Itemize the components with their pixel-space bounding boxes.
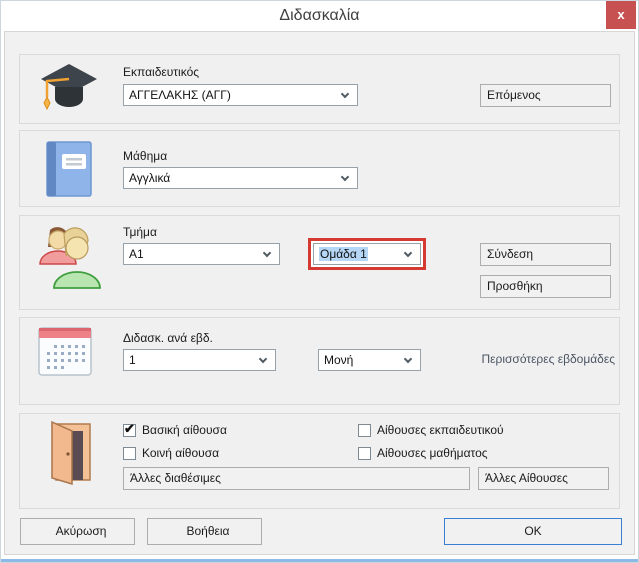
chevron-down-icon bbox=[341, 173, 349, 181]
add-button[interactable]: Προσθήκη bbox=[480, 275, 611, 298]
book-icon bbox=[46, 140, 92, 203]
calendar-icon bbox=[38, 327, 92, 382]
ok-button[interactable]: OK bbox=[444, 518, 622, 545]
checkbox-subject-rooms[interactable]: Αίθουσες μαθήματος bbox=[358, 446, 488, 460]
subject-label: Μάθημα bbox=[123, 149, 167, 163]
teaching-dialog-window: Διδασκαλία x Εκπαιδευτικός ΑΓΓΕΛΑΚΗΣ (ΑΓ… bbox=[0, 0, 639, 563]
check-icon: ✔ bbox=[124, 422, 135, 435]
checkbox-box bbox=[358, 447, 371, 460]
checkbox-subject-rooms-label: Αίθουσες μαθήματος bbox=[377, 446, 488, 460]
group-combobox-value: Ομάδα 1 bbox=[319, 247, 368, 261]
cancel-button[interactable]: Ακύρωση bbox=[20, 518, 135, 545]
class-label: Τμήμα bbox=[123, 225, 157, 239]
checkbox-box bbox=[358, 424, 371, 437]
students-icon bbox=[36, 222, 102, 297]
section-class: Τμήμα A1 Ομάδα 1 Σύνδεση Προσθήκη bbox=[19, 215, 620, 310]
help-button[interactable]: Βοήθεια bbox=[147, 518, 262, 545]
group-combobox-highlight-frame: Ομάδα 1 bbox=[308, 238, 426, 270]
chevron-down-icon bbox=[404, 249, 412, 257]
chevron-down-icon bbox=[404, 355, 412, 363]
join-button[interactable]: Σύνδεση bbox=[480, 243, 611, 266]
door-icon bbox=[42, 420, 92, 491]
dialog-body: Εκπαιδευτικός ΑΓΓΕΛΑΚΗΣ (ΑΓΓ) Επόμενος Μ… bbox=[4, 31, 635, 555]
chevron-down-icon bbox=[263, 249, 271, 257]
checkbox-teacher-rooms-label: Αίθουσες εκπαιδευτικού bbox=[377, 423, 504, 437]
chevron-down-icon bbox=[259, 355, 267, 363]
checkbox-box-checked: ✔ bbox=[123, 424, 136, 437]
subject-combobox-value: Αγγλικά bbox=[129, 171, 170, 185]
teacher-label: Εκπαιδευτικός bbox=[123, 65, 199, 79]
subject-combobox[interactable]: Αγγλικά bbox=[123, 167, 358, 189]
weeks-count-combobox[interactable]: 1 bbox=[123, 349, 276, 371]
chevron-down-icon bbox=[341, 90, 349, 98]
titlebar: Διδασκαλία x bbox=[1, 1, 638, 31]
checkbox-home-room[interactable]: ✔ Βασική αίθουσα bbox=[123, 423, 227, 437]
close-button[interactable]: x bbox=[606, 1, 636, 29]
next-button[interactable]: Επόμενος bbox=[480, 84, 611, 107]
checkbox-shared-room-label: Κοινή αίθουσα bbox=[142, 446, 219, 460]
teacher-combobox[interactable]: ΑΓΓΕΛΑΚΗΣ (ΑΓΓ) bbox=[123, 84, 358, 106]
checkbox-box bbox=[123, 447, 136, 460]
weeks-label: Διδασκ. ανά εβδ. bbox=[123, 331, 213, 345]
weeks-count-combobox-value: 1 bbox=[129, 353, 136, 367]
teacher-combobox-value: ΑΓΓΕΛΑΚΗΣ (ΑΓΓ) bbox=[129, 88, 231, 102]
group-combobox[interactable]: Ομάδα 1 bbox=[313, 243, 421, 265]
section-rooms: ✔ Βασική αίθουσα Κοινή αίθουσα Αίθουσες … bbox=[19, 413, 620, 509]
checkbox-teacher-rooms[interactable]: Αίθουσες εκπαιδευτικού bbox=[358, 423, 504, 437]
class-combobox[interactable]: A1 bbox=[123, 243, 280, 265]
checkbox-shared-room[interactable]: Κοινή αίθουσα bbox=[123, 446, 219, 460]
dialog-title: Διδασκαλία bbox=[1, 1, 638, 31]
week-parity-combobox-value: Μονή bbox=[324, 353, 353, 367]
window-bottom-border bbox=[1, 559, 638, 562]
graduation-cap-icon bbox=[36, 61, 100, 122]
more-weeks-link[interactable]: Περισσότερες εβδομάδες bbox=[482, 352, 615, 366]
other-available-rooms-button[interactable]: Άλλες διαθέσιμες bbox=[123, 467, 470, 490]
checkbox-home-room-label: Βασική αίθουσα bbox=[142, 423, 227, 437]
section-subject: Μάθημα Αγγλικά bbox=[19, 130, 620, 207]
section-weeks: Διδασκ. ανά εβδ. 1 Μονή Περισσότερες εβδ… bbox=[19, 317, 620, 405]
other-rooms-button[interactable]: Άλλες Αίθουσες bbox=[478, 467, 609, 490]
week-parity-combobox[interactable]: Μονή bbox=[318, 349, 421, 371]
section-teacher: Εκπαιδευτικός ΑΓΓΕΛΑΚΗΣ (ΑΓΓ) Επόμενος bbox=[19, 54, 620, 124]
class-combobox-value: A1 bbox=[129, 247, 144, 261]
